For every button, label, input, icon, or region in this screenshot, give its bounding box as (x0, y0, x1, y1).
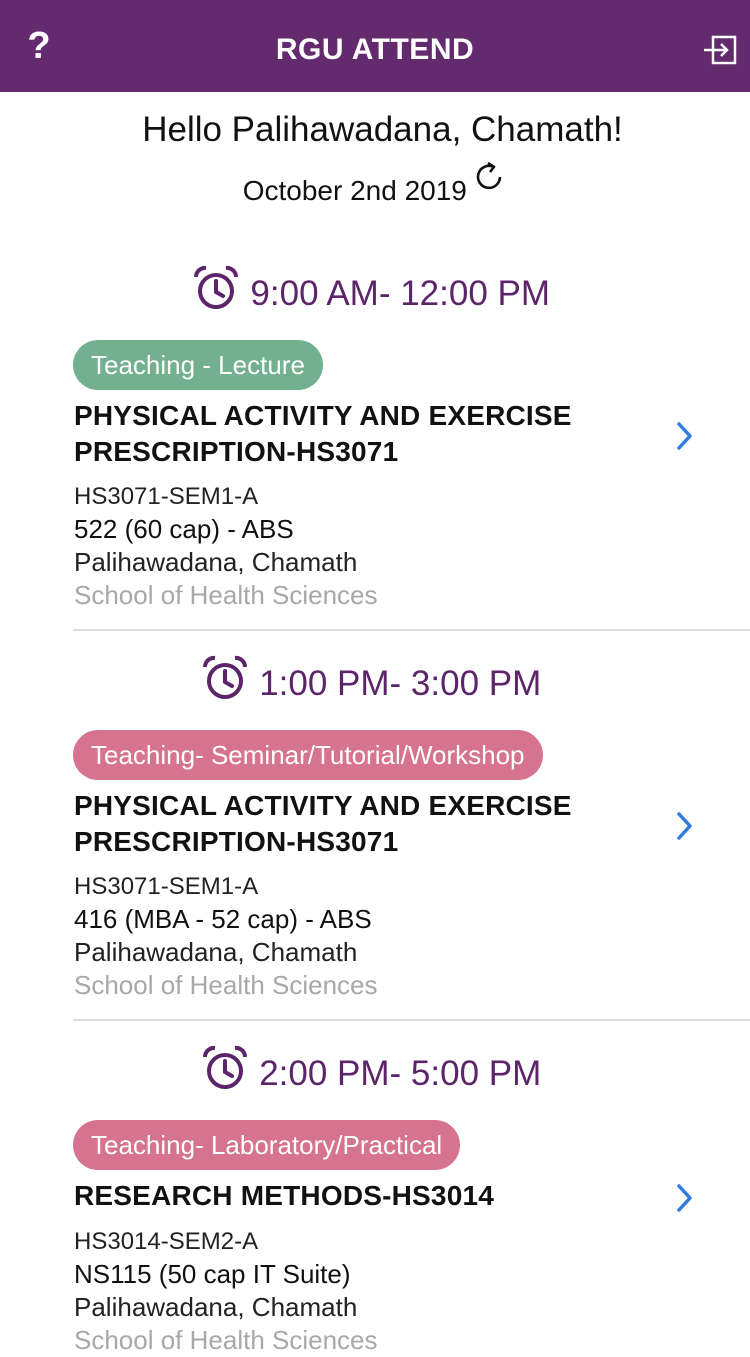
session-card-2[interactable]: 1:00 PM- 3:00 PM Teaching- Seminar/Tutor… (0, 652, 750, 1022)
alarm-clock-icon (193, 265, 238, 309)
alarm-clock-icon (202, 655, 247, 699)
session-time-row: 1:00 PM- 3:00 PM (0, 652, 746, 712)
session-type-badge: Teaching- Laboratory/Practical (73, 1120, 461, 1170)
divider (73, 1019, 750, 1021)
session-type-badge: Teaching - Lecture (73, 340, 323, 390)
course-title-line: PHYSICAL ACTIVITY AND EXERCISE (74, 400, 572, 431)
course-title-line: RESEARCH METHODS-HS3014 (74, 1180, 495, 1211)
chevron-right-icon[interactable] (668, 1178, 702, 1218)
current-date: October 2nd 2019 (242, 175, 467, 206)
course-title-line: PRESCRIPTION-HS3071 (74, 436, 399, 467)
module-code: HS3014-SEM2-A (74, 1228, 259, 1255)
session-card-1[interactable]: 9:00 AM- 12:00 PM Teaching - Lecture PHY… (0, 262, 750, 632)
session-time-row: 9:00 AM- 12:00 PM (0, 262, 746, 322)
module-code: HS3071-SEM1-A (74, 483, 259, 510)
school-name: School of Health Sciences (74, 1325, 378, 1355)
session-time: 9:00 AM- 12:00 PM (250, 274, 551, 313)
school-name: School of Health Sciences (74, 970, 378, 1000)
session-type-badge: Teaching- Seminar/Tutorial/Workshop (73, 730, 543, 780)
course-title: PHYSICAL ACTIVITY AND EXERCISE PRESCRIPT… (74, 788, 634, 860)
chevron-right-icon[interactable] (668, 416, 702, 456)
session-time: 1:00 PM- 3:00 PM (259, 664, 542, 703)
session-time-row: 2:00 PM- 5:00 PM (0, 1042, 746, 1102)
course-title: PHYSICAL ACTIVITY AND EXERCISE PRESCRIPT… (74, 398, 634, 470)
app-title: RGU ATTEND (275, 33, 475, 66)
chevron-right-icon[interactable] (668, 806, 702, 846)
session-time: 2:00 PM- 5:00 PM (259, 1054, 542, 1093)
course-title: RESEARCH METHODS-HS3014 (74, 1178, 634, 1214)
greeting-text: Hello Palihawadana, Chamath! (142, 110, 623, 149)
module-code: HS3071-SEM1-A (74, 873, 259, 900)
date-row: October 2nd 2019 (0, 161, 750, 214)
refresh-icon[interactable] (473, 160, 507, 194)
session-card-3[interactable]: 2:00 PM- 5:00 PM Teaching- Laboratory/Pr… (0, 1042, 750, 1355)
session-details: HS3014-SEM2-A NS115 (50 cap IT Suite) Pa… (74, 1225, 378, 1357)
alarm-clock-icon (202, 1045, 247, 1089)
logout-icon (704, 35, 737, 65)
course-title-line: PRESCRIPTION-HS3071 (74, 826, 399, 857)
course-title-line: PHYSICAL ACTIVITY AND EXERCISE (74, 790, 572, 821)
session-details: HS3071-SEM1-A 416 (MBA - 52 cap) - ABS P… (74, 870, 378, 1002)
lecturer-name: Palihawadana, Chamath (74, 547, 358, 577)
top-nav-bar: ? RGU ATTEND (0, 0, 750, 92)
session-details: HS3071-SEM1-A 522 (60 cap) - ABS Palihaw… (74, 480, 378, 612)
room-location: 522 (60 cap) - ABS (74, 514, 294, 544)
lecturer-name: Palihawadana, Chamath (74, 1292, 358, 1322)
logout-button[interactable] (700, 32, 740, 68)
room-location: NS115 (50 cap IT Suite) (74, 1259, 351, 1289)
divider (73, 629, 750, 631)
lecturer-name: Palihawadana, Chamath (74, 937, 358, 967)
school-name: School of Health Sciences (74, 580, 378, 610)
room-location: 416 (MBA - 52 cap) - ABS (74, 904, 372, 934)
